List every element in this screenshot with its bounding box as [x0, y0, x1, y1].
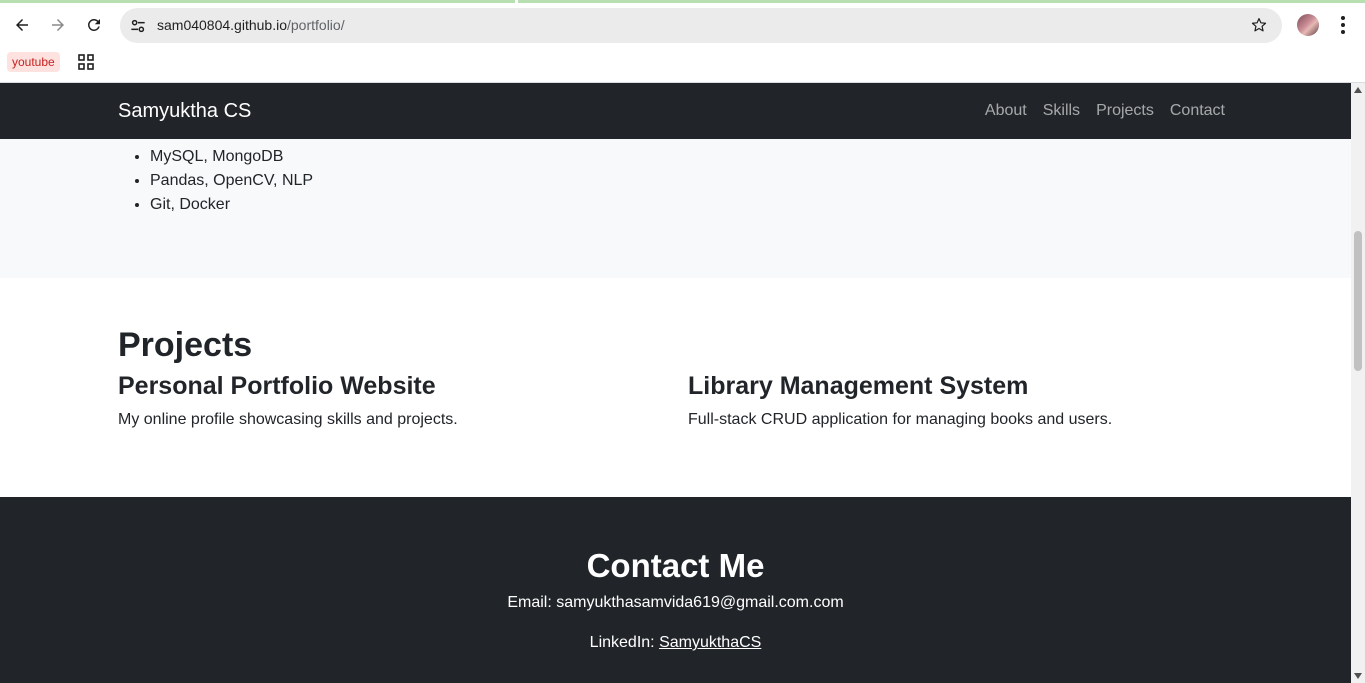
- project-description: Full-stack CRUD application for managing…: [688, 411, 1113, 428]
- reload-icon: [87, 18, 100, 31]
- nav-links: About Skills Projects Contact: [985, 102, 1225, 120]
- site-navbar: Samyuktha CS About Skills Projects Conta…: [0, 83, 1351, 139]
- page-viewport: MySQL, MongoDB Pandas, OpenCV, NLP Git, …: [0, 83, 1351, 683]
- tab-edge-right: [518, 0, 1365, 3]
- bookmark-label: youtube: [12, 55, 55, 69]
- project-description: My online profile showcasing skills and …: [118, 411, 458, 428]
- contact-section: Contact Me Email: samyukthasamvida619@gm…: [0, 497, 1351, 683]
- contact-email: Email: samyukthasamvida619@gmail.com.com: [0, 594, 1351, 612]
- arrow-left-icon: [16, 19, 28, 31]
- address-bar[interactable]: sam040804.github.io/portfolio/: [120, 8, 1282, 43]
- url-host: sam040804.github.io: [157, 17, 287, 33]
- email-label: Email:: [507, 594, 552, 611]
- skill-item: MySQL, MongoDB: [150, 145, 313, 169]
- page-scrollbar[interactable]: [1351, 83, 1365, 683]
- scrollbar-thumb[interactable]: [1354, 231, 1362, 371]
- more-menu-icon[interactable]: [1333, 14, 1353, 36]
- apps-grid-icon[interactable]: [77, 53, 95, 71]
- browser-toolbar: sam040804.github.io/portfolio/ youtube: [0, 0, 1365, 83]
- reload-button[interactable]: [79, 10, 109, 40]
- contact-heading: Contact Me: [586, 547, 765, 584]
- tab-strip-edge: [0, 0, 1365, 3]
- forward-button[interactable]: [43, 10, 73, 40]
- projects-heading: Projects: [118, 326, 253, 364]
- bookmark-youtube[interactable]: youtube: [7, 52, 60, 72]
- contact-linkedin: LinkedIn: SamyukthaCS: [0, 634, 1351, 652]
- skill-item: Pandas, OpenCV, NLP: [150, 169, 313, 193]
- nav-link-skills[interactable]: Skills: [1043, 102, 1080, 120]
- nav-link-about[interactable]: About: [985, 102, 1027, 120]
- profile-avatar[interactable]: [1297, 14, 1319, 36]
- nav-link-contact[interactable]: Contact: [1170, 102, 1225, 120]
- project-card: Library Management System Full-stack CRU…: [688, 372, 1248, 429]
- linkedin-label: LinkedIn:: [589, 634, 655, 651]
- linkedin-link[interactable]: SamyukthaCS: [659, 634, 761, 651]
- url-path: /portfolio/: [287, 17, 345, 33]
- project-title: Personal Portfolio Website: [118, 372, 436, 400]
- skills-list: MySQL, MongoDB Pandas, OpenCV, NLP Git, …: [150, 145, 313, 217]
- project-card: Personal Portfolio Website My online pro…: [118, 372, 678, 429]
- email-value: samyukthasamvida619@gmail.com.com: [556, 594, 844, 611]
- project-title: Library Management System: [688, 372, 1029, 400]
- scroll-down-arrow-icon[interactable]: [1354, 673, 1362, 679]
- bookmark-star-icon[interactable]: [1250, 16, 1268, 34]
- tab-edge-left: [0, 0, 515, 3]
- navbar-brand[interactable]: Samyuktha CS: [118, 100, 251, 123]
- nav-link-projects[interactable]: Projects: [1096, 102, 1154, 120]
- back-button[interactable]: [7, 10, 37, 40]
- arrow-right-icon: [52, 19, 64, 31]
- projects-section: Projects Personal Portfolio Website My o…: [0, 278, 1351, 497]
- scroll-up-arrow-icon[interactable]: [1354, 87, 1362, 93]
- url-text[interactable]: sam040804.github.io/portfolio/: [157, 17, 345, 33]
- skill-item: Git, Docker: [150, 193, 313, 217]
- site-settings-icon[interactable]: [128, 16, 148, 36]
